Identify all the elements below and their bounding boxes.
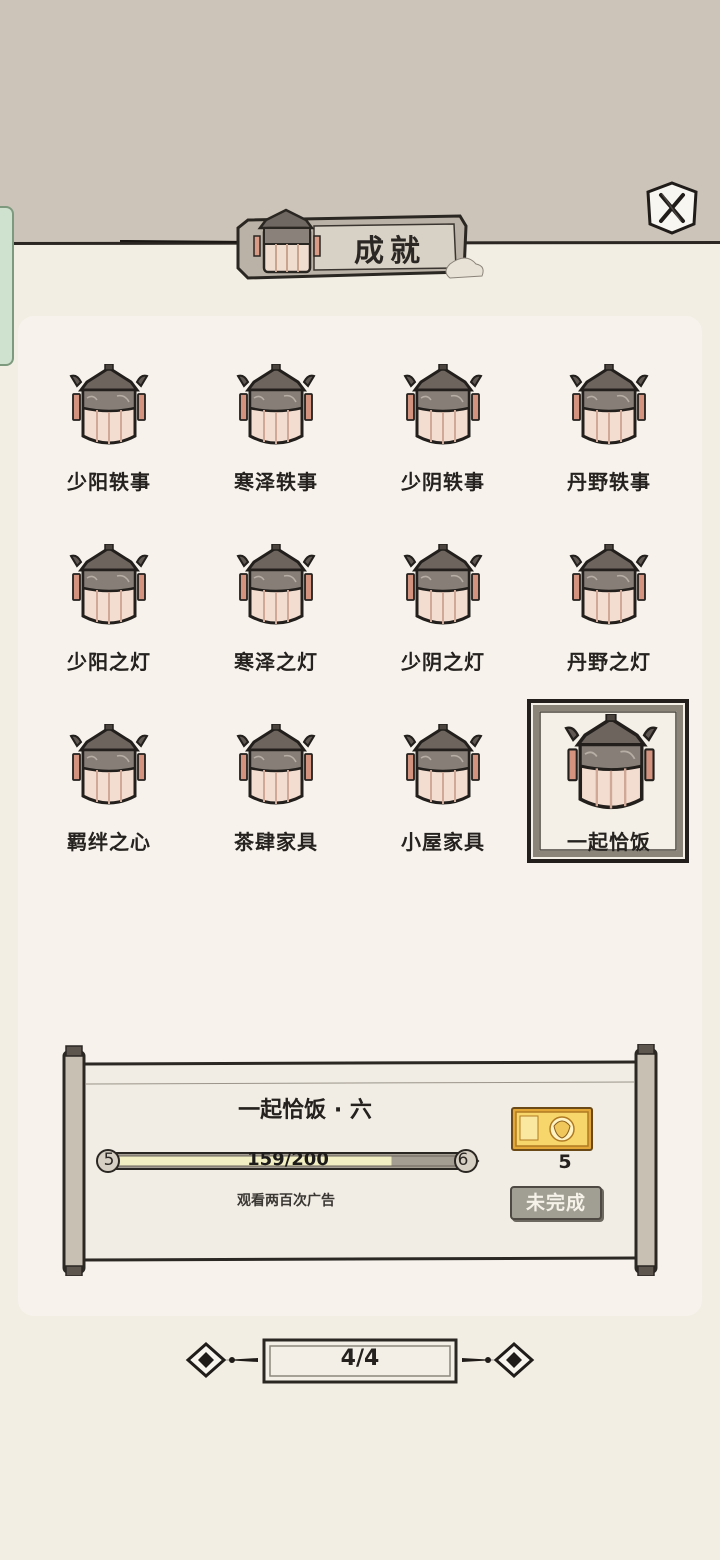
achievement-description: 观看两百次广告 <box>237 1193 335 1209</box>
lantern-icon <box>569 544 649 625</box>
reward-count: 5 <box>558 1151 572 1173</box>
achievement-label: 少阳轶事 <box>67 470 151 494</box>
achievement-label: 少阴之灯 <box>401 650 485 674</box>
lantern-icon <box>236 724 316 805</box>
golden-ticket-icon <box>511 1107 593 1151</box>
achievement-label: 丹野之灯 <box>567 650 651 674</box>
side-drawer-tab[interactable] <box>0 206 14 366</box>
achievement-label: 茶肆家具 <box>234 830 318 854</box>
detail-title: 一起恰饭 · 六 <box>238 1098 372 1123</box>
achievement-label: 寒泽之灯 <box>234 650 318 674</box>
achievement-label: 少阴轶事 <box>401 470 485 494</box>
achievement-item[interactable]: 寒泽之灯 <box>201 510 351 674</box>
lantern-icon <box>69 544 149 625</box>
achievement-item[interactable]: 茶肆家具 <box>201 690 351 854</box>
lantern-icon <box>403 724 483 805</box>
achievement-item[interactable]: 羁绊之心 <box>34 690 184 854</box>
achievement-label: 丹野轶事 <box>567 470 651 494</box>
achievement-label: 寒泽轶事 <box>234 470 318 494</box>
achievement-item[interactable]: 少阴轶事 <box>368 330 518 494</box>
achievement-label: 羁绊之心 <box>67 830 151 854</box>
achievement-label: 小屋家具 <box>401 830 485 854</box>
progress-level-from: 5 <box>103 1150 115 1170</box>
lantern-icon <box>69 724 149 805</box>
ornate-arrow-right-icon[interactable] <box>460 1338 536 1382</box>
lantern-icon <box>236 544 316 625</box>
progress-text: 159/200 <box>247 1149 329 1170</box>
close-x-icon[interactable] <box>644 180 700 236</box>
achievement-item[interactable]: 寒泽轶事 <box>201 330 351 494</box>
page-indicator: 4/4 <box>340 1346 380 1371</box>
achievement-label: 一起恰饭 <box>567 830 651 854</box>
achievement-item[interactable]: 小屋家具 <box>368 690 518 854</box>
achievement-item[interactable]: 少阳轶事 <box>34 330 184 494</box>
achievement-item[interactable]: 少阴之灯 <box>368 510 518 674</box>
lantern-icon <box>403 364 483 445</box>
lantern-icon <box>236 364 316 445</box>
achievement-item[interactable]: 丹野之灯 <box>534 510 684 674</box>
ornate-arrow-left-icon[interactable] <box>184 1338 260 1382</box>
lantern-icon <box>569 364 649 445</box>
progress-level-to: 6 <box>457 1150 469 1170</box>
achievement-item[interactable]: 丹野轶事 <box>534 330 684 494</box>
achievement-label: 少阳之灯 <box>67 650 151 674</box>
lantern-icon <box>69 364 149 445</box>
lantern-icon <box>403 544 483 625</box>
achievement-item[interactable]: 少阳之灯 <box>34 510 184 674</box>
lantern-icon <box>564 714 658 810</box>
page-title: 成就 <box>354 234 426 269</box>
status-button[interactable]: 未完成 <box>510 1186 602 1220</box>
achievement-item[interactable]: 一起恰饭 <box>527 690 689 863</box>
